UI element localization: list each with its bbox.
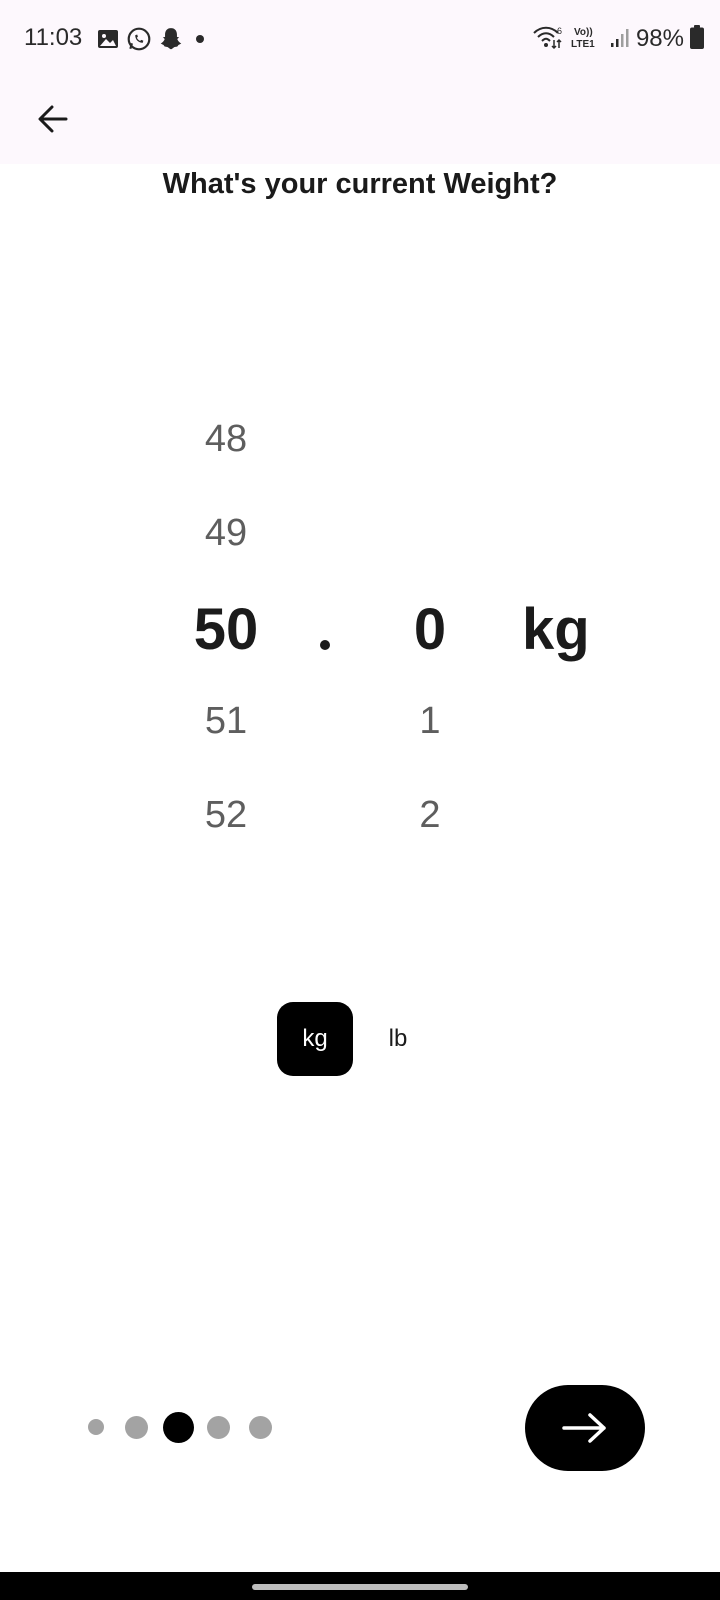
- home-gesture-handle[interactable]: [252, 1584, 468, 1590]
- page-dot: [249, 1416, 272, 1439]
- battery-percentage: 98%: [635, 25, 684, 52]
- notification-icons: [96, 26, 210, 56]
- page-dot-active: [163, 1412, 194, 1443]
- unit-toggle: kg lb: [277, 1002, 431, 1076]
- next-button[interactable]: [525, 1385, 645, 1471]
- wifi-label: 6: [557, 26, 562, 36]
- picker-item: 2: [419, 794, 441, 836]
- page-dot: [88, 1419, 104, 1435]
- picker-item: 49: [204, 512, 248, 554]
- more-notifications-dot-icon: [190, 29, 210, 53]
- app-bar: [0, 84, 720, 164]
- picker-item: 48: [204, 418, 248, 460]
- decimal-picker[interactable]: 0 1 2: [360, 400, 500, 840]
- wifi-icon: 6: [532, 24, 564, 54]
- arrow-left-icon: [38, 105, 68, 133]
- unit-label: kg: [522, 597, 590, 662]
- whatsapp-icon: [126, 26, 152, 56]
- page-dot: [125, 1416, 148, 1439]
- picker-item: 1: [419, 700, 441, 742]
- system-icons: 6 Vo)) LTE1 98%: [532, 24, 704, 54]
- snapchat-icon: [158, 26, 184, 56]
- picker-selected-item: 0: [413, 597, 447, 662]
- back-button[interactable]: [28, 94, 78, 144]
- picker-item: 51: [204, 700, 248, 742]
- unit-option-kg[interactable]: kg: [277, 1002, 353, 1076]
- volte-icon: Vo)) LTE1: [570, 24, 604, 54]
- unit-option-lb[interactable]: lb: [365, 1002, 431, 1076]
- status-time: 11:03: [24, 24, 83, 51]
- signal-icon: [610, 25, 630, 53]
- page-dot: [207, 1416, 230, 1439]
- battery-icon: [690, 25, 704, 53]
- volte-label: Vo)): [574, 27, 593, 38]
- page-title: What's your current Weight?: [162, 168, 558, 200]
- arrow-right-icon: [562, 1413, 606, 1443]
- decimal-separator: [320, 640, 330, 650]
- integer-picker[interactable]: 48 49 50 51 52: [156, 400, 296, 840]
- navigation-bar: [0, 1572, 720, 1600]
- status-bar: 11:03 6 Vo)) LTE1 98%: [0, 0, 720, 84]
- network-label: LTE1: [571, 39, 595, 50]
- picker-selected-item: 50: [193, 597, 259, 662]
- gallery-icon: [96, 27, 120, 55]
- picker-item: 52: [204, 794, 248, 836]
